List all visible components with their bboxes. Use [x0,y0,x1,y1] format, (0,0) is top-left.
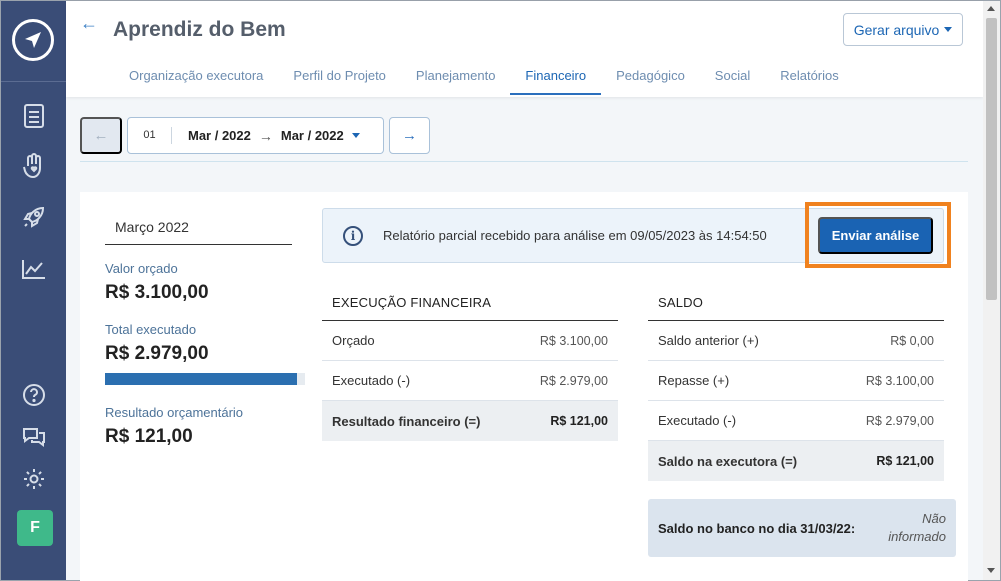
tab-financeiro[interactable]: Financeiro [510,61,602,95]
row-value: R$ 0,00 [890,333,934,348]
row-label: Saldo anterior (+) [658,333,759,348]
logo-icon[interactable] [12,19,54,61]
period-selector[interactable]: 01 Mar / 2022 → Mar / 2022 [127,117,384,154]
row-label: Resultado financeiro (=) [332,413,481,429]
executed-label: Total executado [105,322,197,337]
row-label: Executado (-) [332,373,411,388]
row-label: Executado (-) [658,413,737,428]
settings-icon[interactable] [19,464,49,494]
balance-table: SALDO Saldo anterior (+) R$ 0,00 Repasse… [648,284,944,481]
tab-relatorios[interactable]: Relatórios [765,61,854,95]
balance-title: SALDO [648,284,944,321]
result-value: R$ 121,00 [105,426,193,447]
row-value: R$ 3.100,00 [539,333,608,348]
tab-perfil[interactable]: Perfil do Projeto [278,61,401,95]
execution-progress-bar [105,373,305,385]
chat-icon[interactable] [19,422,49,452]
scrollbar-thumb[interactable] [986,18,997,300]
chevron-down-icon [944,27,953,32]
execution-progress-fill [105,373,298,385]
user-avatar[interactable]: F [17,510,53,546]
budget-label: Valor orçado [105,261,178,276]
tab-planejamento[interactable]: Planejamento [401,61,511,95]
arrow-right-icon: → [258,127,273,144]
sidebar: F [1,1,66,580]
tab-social[interactable]: Social [700,61,765,95]
period-start: Mar / 2022 [188,128,251,143]
info-icon: i [343,225,363,246]
row-value: R$ 121,00 [550,414,608,428]
divider [80,161,968,162]
help-icon[interactable] [19,380,49,410]
sidebar-divider [1,81,66,82]
row-value: R$ 3.100,00 [865,373,934,388]
tab-bar: Organização executora Perfil do Projeto … [114,61,854,95]
notice-text: Relatório parcial recebido para análise … [383,228,767,243]
table-row: Repasse (+) R$ 3.100,00 [648,361,944,401]
bank-balance-label: Saldo no banco no dia 31/03/22: [658,520,856,536]
execution-title: EXECUÇÃO FINANCEIRA [322,284,618,321]
back-arrow-icon[interactable]: ← [80,13,98,34]
row-value: R$ 2.979,00 [539,373,608,388]
page-title: Aprendiz do Bem [113,18,286,41]
result-label: Resultado orçamentário [105,405,244,420]
execution-table: EXECUÇÃO FINANCEIRA Orçado R$ 3.100,00 E… [322,284,618,441]
table-row-total: Resultado financeiro (=) R$ 121,00 [322,401,618,441]
bank-balance-value: Não informado [888,511,946,544]
table-row: Executado (-) R$ 2.979,00 [648,401,944,441]
row-value: R$ 2.979,00 [865,413,934,428]
document-icon[interactable] [19,101,49,131]
table-row: Saldo anterior (+) R$ 0,00 [648,321,944,361]
chevron-down-icon [351,133,360,138]
month-label: Março 2022 [115,219,189,235]
scroll-up-icon[interactable] [987,6,995,11]
tab-organizacao[interactable]: Organização executora [114,61,278,95]
rocket-icon[interactable] [19,202,49,232]
budget-value: R$ 3.100,00 [105,282,209,303]
month-underline [105,244,292,245]
generate-file-label: Gerar arquivo [853,21,940,38]
financial-card: Março 2022 Valor orçado R$ 3.100,00 Tota… [80,192,968,581]
send-analysis-button[interactable]: Enviar análise [818,217,933,254]
page-header: ← Aprendiz do Bem Gerar arquivo Organiza… [66,1,983,97]
tab-pedagogico[interactable]: Pedagógico [601,61,700,95]
period-number: 01 [128,127,172,144]
table-row: Executado (-) R$ 2.979,00 [322,361,618,401]
table-row: Orçado R$ 3.100,00 [322,321,618,361]
hand-heart-icon[interactable] [19,151,49,181]
bank-balance: Saldo no banco no dia 31/03/22: Não info… [648,499,956,557]
row-value: R$ 121,00 [876,454,934,468]
executed-value: R$ 2.979,00 [105,343,209,364]
row-label: Saldo na executora (=) [658,453,798,469]
table-row-total: Saldo na executora (=) R$ 121,00 [648,441,944,481]
chart-line-icon[interactable] [19,254,49,284]
period-end: Mar / 2022 [280,128,344,143]
next-period-button[interactable]: → [389,117,430,154]
scroll-down-icon[interactable] [987,568,995,573]
row-label: Orçado [332,333,375,348]
row-label: Repasse (+) [658,373,730,388]
generate-file-button[interactable]: Gerar arquivo [843,13,963,46]
previous-period-button[interactable]: ← [80,117,122,154]
